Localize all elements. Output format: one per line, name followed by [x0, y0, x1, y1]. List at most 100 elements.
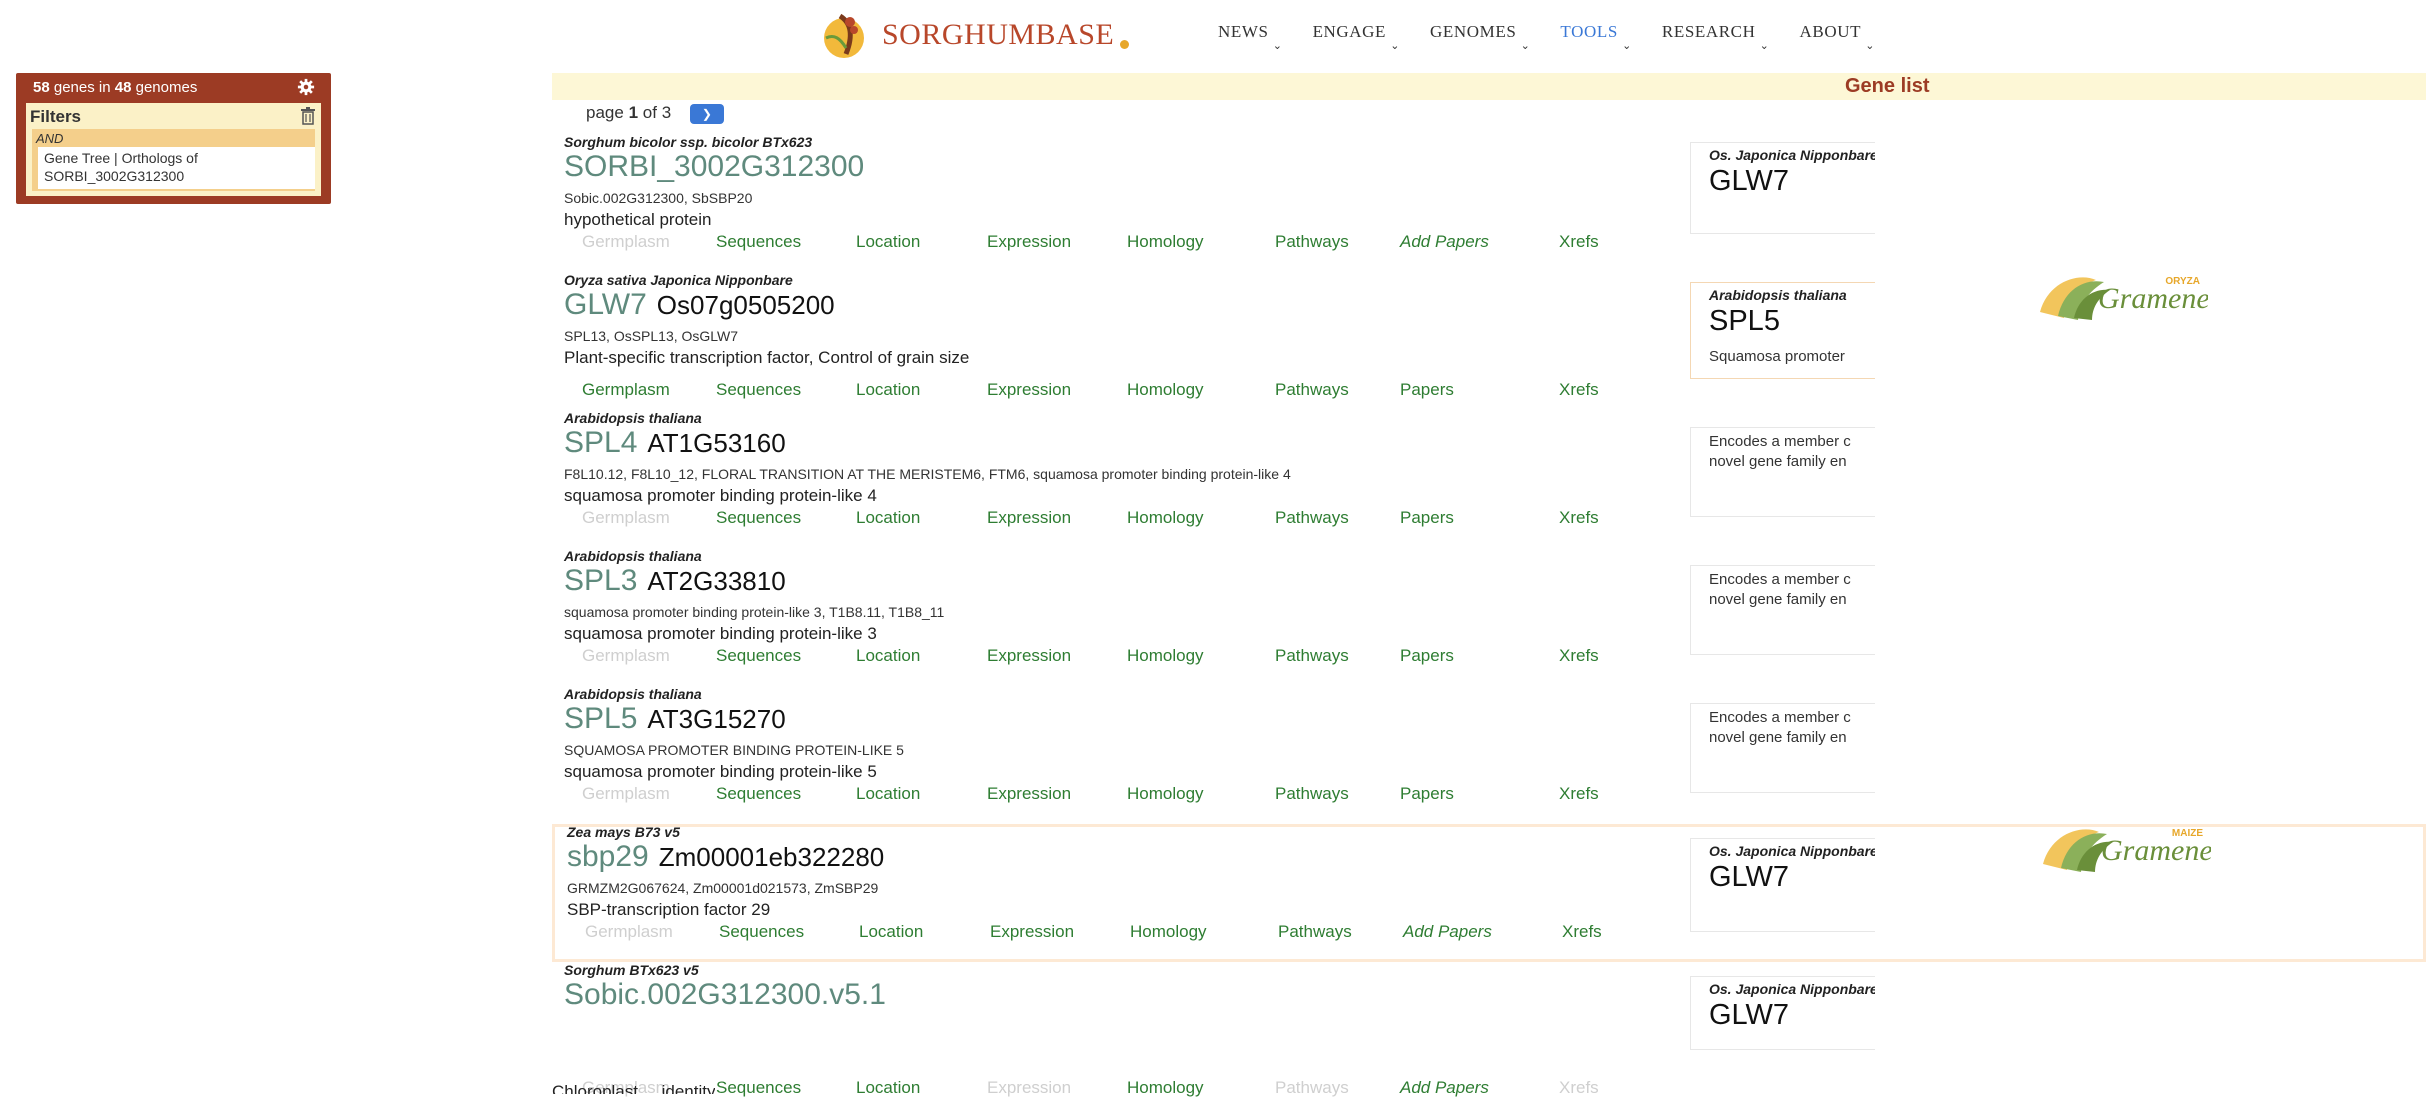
gene-row: Sorghum BTx623 v5 Sobic.002G312300.v5.1 Ge… — [552, 962, 2426, 1100]
related-gene-card[interactable]: Os. Japonica Nipponbare GLW7 — [1690, 838, 1875, 932]
tab-xrefs[interactable]: Xrefs — [1559, 232, 1599, 252]
tab-pathways[interactable]: Pathways — [1275, 646, 1349, 666]
tab-add-papers[interactable]: Add Papers — [1403, 922, 1492, 942]
trash-icon[interactable] — [300, 107, 316, 125]
filter-term[interactable]: Gene Tree | Orthologs of SORBI_3002G3123… — [38, 147, 315, 189]
tab-add-papers[interactable]: Add Papers — [1400, 1078, 1489, 1098]
tab-xrefs[interactable]: Xrefs — [1559, 508, 1599, 528]
tab-homology[interactable]: Homology — [1127, 232, 1204, 252]
tab-location[interactable]: Location — [856, 646, 920, 666]
tab-sequences[interactable]: Sequences — [716, 380, 801, 400]
tab-pathways: Pathways — [1275, 1078, 1349, 1097]
gear-icon[interactable] — [297, 78, 315, 96]
related-symbol[interactable]: GLW7 — [1709, 861, 1789, 894]
tab-homology[interactable]: Homology — [1127, 380, 1204, 400]
gene-row: Arabidopsis thaliana SPL3 AT2G33810 squamos… — [552, 548, 2426, 686]
tab-homology[interactable]: Homology — [1127, 1078, 1204, 1098]
related-gene-card[interactable]: Arabidopsis thaliana SPL5 Squamosa promote… — [1690, 282, 1875, 379]
tab-germplasm[interactable]: Germplasm — [582, 380, 670, 400]
gene-name-link[interactable]: GLW7 Os07g0505200 — [564, 288, 835, 322]
gene-name-link[interactable]: SPL5 AT3G15270 — [564, 702, 786, 736]
gene-row: Arabidopsis thaliana SPL4 AT1G53160 F8L10.1… — [552, 410, 2426, 548]
tab-expression[interactable]: Expression — [990, 922, 1074, 942]
gene-id: Os07g0505200 — [656, 290, 835, 320]
tab-location[interactable]: Location — [856, 232, 920, 252]
tab-xrefs[interactable]: Xrefs — [1559, 784, 1599, 804]
tab-add-papers[interactable]: Add Papers — [1400, 232, 1489, 252]
gramene-logo-icon[interactable]: GrameneMAIZE — [2041, 824, 2211, 874]
tab-papers[interactable]: Papers — [1400, 380, 1454, 400]
and-operator[interactable]: AND — [36, 131, 63, 146]
gene-name-link[interactable]: Sobic.002G312300.v5.1 — [564, 978, 886, 1012]
tab-expression[interactable]: Expression — [987, 508, 1071, 528]
tab-xrefs[interactable]: Xrefs — [1559, 646, 1599, 666]
nav-item-engage[interactable]: ENGAGE ⌄ — [1313, 22, 1400, 52]
tab-location[interactable]: Location — [856, 508, 920, 528]
tab-pathways[interactable]: Pathways — [1275, 508, 1349, 528]
nav-item-research[interactable]: RESEARCH ⌄ — [1661, 22, 1770, 52]
tab-xrefs[interactable]: Xrefs — [1559, 380, 1599, 400]
tab-papers[interactable]: Papers — [1400, 784, 1454, 804]
gene-symbol[interactable]: SORBI_3002G312300 — [564, 150, 864, 183]
nav-item-news[interactable]: NEWS ⌄ — [1218, 22, 1283, 52]
tab-expression[interactable]: Expression — [987, 380, 1071, 400]
related-text: Encodes a member c — [1709, 709, 1851, 726]
sorghumbase-logo[interactable]: SORGHUMBASE — [820, 8, 1130, 62]
related-gene-card[interactable]: Encodes a member c novel gene family en — [1690, 427, 1875, 517]
tab-sequences[interactable]: Sequences — [719, 922, 804, 942]
tab-pathways[interactable]: Pathways — [1275, 784, 1349, 804]
tab-homology[interactable]: Homology — [1130, 922, 1207, 942]
tab-location[interactable]: Location — [856, 784, 920, 804]
gene-name-link[interactable]: SPL3 AT2G33810 — [564, 564, 786, 598]
related-gene-card[interactable]: Encodes a member c novel gene family en — [1690, 565, 1875, 655]
tab-location[interactable]: Location — [856, 380, 920, 400]
gene-name-link[interactable]: sbp29 Zm00001eb322280 — [567, 840, 884, 874]
related-gene-card[interactable]: Encodes a member c novel gene family en — [1690, 703, 1875, 793]
tab-homology[interactable]: Homology — [1127, 508, 1204, 528]
gene-species: Arabidopsis thaliana — [564, 548, 702, 564]
tab-sequences[interactable]: Sequences — [716, 1078, 801, 1098]
nav-item-about[interactable]: ABOUT ⌄ — [1800, 22, 1876, 52]
related-symbol[interactable]: GLW7 — [1709, 165, 1789, 198]
tab-sequences[interactable]: Sequences — [716, 784, 801, 804]
nav-item-label: RESEARCH — [1661, 22, 1756, 41]
tab-homology[interactable]: Homology — [1127, 784, 1204, 804]
tab-sequences[interactable]: Sequences — [716, 646, 801, 666]
tab-expression[interactable]: Expression — [987, 232, 1071, 252]
gene-symbol[interactable]: Sobic.002G312300.v5.1 — [564, 978, 886, 1011]
tab-papers[interactable]: Papers — [1400, 508, 1454, 528]
tab-expression[interactable]: Expression — [987, 646, 1071, 666]
tab-homology[interactable]: Homology — [1127, 646, 1204, 666]
gene-symbol[interactable]: GLW7 — [564, 288, 647, 321]
tab-location[interactable]: Location — [859, 922, 923, 942]
tab-location[interactable]: Location — [856, 1078, 920, 1098]
tab-sequences[interactable]: Sequences — [716, 232, 801, 252]
gene-name-link[interactable]: SPL4 AT1G53160 — [564, 426, 786, 460]
gene-row: Sorghum bicolor ssp. bicolor BTx623 SORBI… — [552, 134, 2426, 272]
filter-panel: 58 genes in 48 genomes Filters AND Gene … — [16, 73, 331, 204]
nav-item-label: GENOMES — [1430, 22, 1517, 41]
related-gene-card[interactable]: Os. Japonica Nipponbare GLW7 — [1690, 976, 1875, 1050]
tab-pathways[interactable]: Pathways — [1275, 380, 1349, 400]
gene-name-link[interactable]: SORBI_3002G312300 — [564, 150, 864, 184]
tab-sequences[interactable]: Sequences — [716, 508, 801, 528]
gene-symbol[interactable]: SPL5 — [564, 702, 637, 735]
gene-symbol[interactable]: SPL3 — [564, 564, 637, 597]
related-text: novel gene family en — [1709, 729, 1847, 746]
tab-pathways[interactable]: Pathways — [1275, 232, 1349, 252]
related-symbol[interactable]: GLW7 — [1709, 999, 1789, 1032]
related-gene-card[interactable]: Os. Japonica Nipponbare GLW7 — [1690, 142, 1875, 234]
gramene-logo-icon[interactable]: GrameneORYZA — [2038, 272, 2208, 322]
next-page-button[interactable]: ❯ — [689, 103, 724, 124]
related-symbol[interactable]: SPL5 — [1709, 305, 1780, 338]
nav-item-tools[interactable]: TOOLS ⌄ — [1560, 22, 1631, 52]
tab-xrefs[interactable]: Xrefs — [1562, 922, 1602, 942]
gene-symbol[interactable]: sbp29 — [567, 840, 649, 873]
gene-symbol[interactable]: SPL4 — [564, 426, 637, 459]
nav-item-label: NEWS — [1218, 22, 1269, 41]
gene-count: 58 — [33, 79, 50, 96]
nav-item-genomes[interactable]: GENOMES ⌄ — [1430, 22, 1530, 52]
tab-papers[interactable]: Papers — [1400, 646, 1454, 666]
tab-pathways[interactable]: Pathways — [1278, 922, 1352, 942]
tab-expression[interactable]: Expression — [987, 784, 1071, 804]
